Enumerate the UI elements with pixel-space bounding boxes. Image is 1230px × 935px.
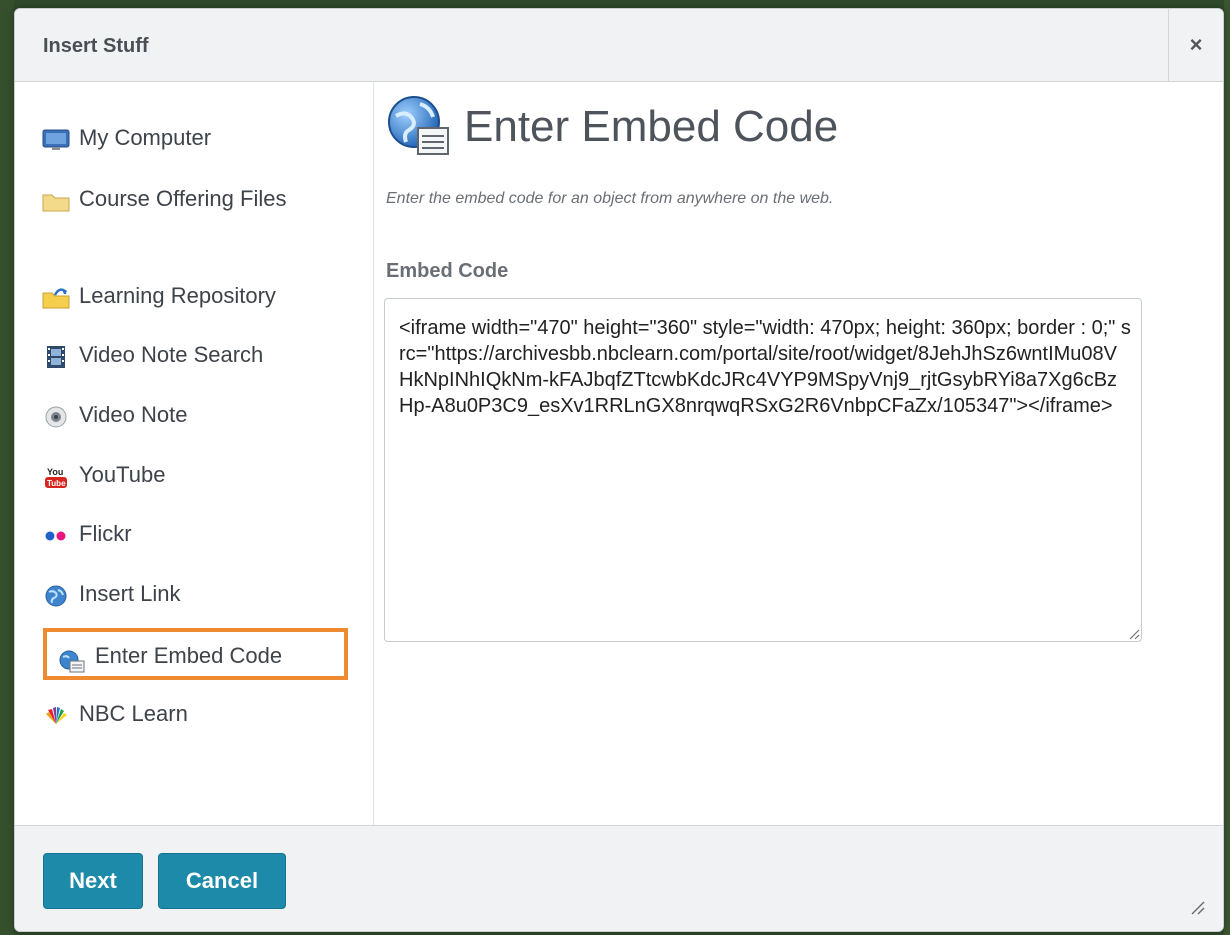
youtube-icon: You Tube [41, 462, 71, 489]
svg-text:Tube: Tube [47, 479, 66, 488]
sidebar-item-label: Learning Repository [79, 283, 276, 308]
globe-document-icon [57, 643, 87, 673]
folder-icon [41, 186, 71, 212]
dialog-title: Insert Stuff [43, 35, 149, 57]
panel-header: Enter Embed Code [386, 94, 838, 160]
textarea-resize-grip[interactable] [1126, 626, 1140, 640]
sidebar-item-label: Flickr [79, 521, 132, 546]
repository-folder-icon [41, 283, 71, 309]
globe-icon [41, 581, 71, 607]
sidebar-item-insert-link[interactable]: Insert Link [41, 574, 351, 614]
monitor-icon [41, 125, 71, 151]
sidebar-item-label: My Computer [79, 125, 212, 150]
sidebar-item-my-computer[interactable]: My Computer [41, 118, 351, 158]
flickr-icon [41, 521, 71, 545]
sidebar-item-video-note-search[interactable]: Video Note Search [41, 335, 351, 375]
webcam-icon [41, 402, 71, 428]
cancel-button[interactable]: Cancel [158, 853, 286, 909]
close-icon: × [1189, 32, 1203, 57]
sidebar-item-label: Insert Link [79, 581, 181, 606]
sidebar-item-label: Video Note Search [79, 342, 264, 367]
sidebar-item-course-offering-files[interactable]: Course Offering Files [41, 178, 351, 220]
sidebar-item-label: YouTube [79, 462, 166, 487]
sidebar-item-label: Enter Embed Code [95, 643, 283, 668]
film-icon [41, 342, 71, 369]
sidebar-item-label: Video Note [79, 402, 188, 427]
sidebar-item-flickr[interactable]: Flickr [41, 514, 351, 554]
nbc-peacock-icon [41, 701, 71, 725]
sidebar-item-label: NBC Learn [79, 701, 188, 726]
dialog-titlebar: Insert Stuff × [15, 9, 1223, 82]
background-page-edge-right [1224, 0, 1230, 935]
dialog-footer: Next Cancel [15, 825, 1223, 931]
dialog-resize-grip[interactable] [1189, 899, 1205, 915]
globe-document-icon [386, 94, 452, 160]
next-button[interactable]: Next [43, 853, 143, 909]
panel-description: Enter the embed code for an object from … [386, 190, 834, 207]
close-button[interactable]: × [1169, 9, 1223, 81]
sidebar-item-label: Course Offering Files [79, 186, 287, 211]
sidebar-item-enter-embed-code[interactable]: Enter Embed Code [43, 628, 348, 680]
source-sidebar: My Computer Course Offering Files Learni… [15, 82, 374, 825]
sidebar-item-youtube[interactable]: You Tube YouTube [41, 455, 351, 495]
embed-code-panel: Enter Embed Code Enter the embed code fo… [374, 82, 1223, 825]
background-page-edge [0, 0, 14, 935]
insert-stuff-dialog: Insert Stuff × My Computer Course Offeri… [14, 8, 1224, 932]
page-title: Enter Embed Code [464, 102, 839, 151]
embed-code-textarea[interactable]: <iframe width="470" height="360" style="… [384, 298, 1142, 642]
embed-code-label: Embed Code [386, 260, 509, 282]
sidebar-item-learning-repository[interactable]: Learning Repository [41, 276, 351, 316]
sidebar-item-video-note[interactable]: Video Note [41, 395, 351, 435]
svg-text:You: You [47, 467, 63, 477]
sidebar-item-nbc-learn[interactable]: NBC Learn [41, 694, 351, 734]
